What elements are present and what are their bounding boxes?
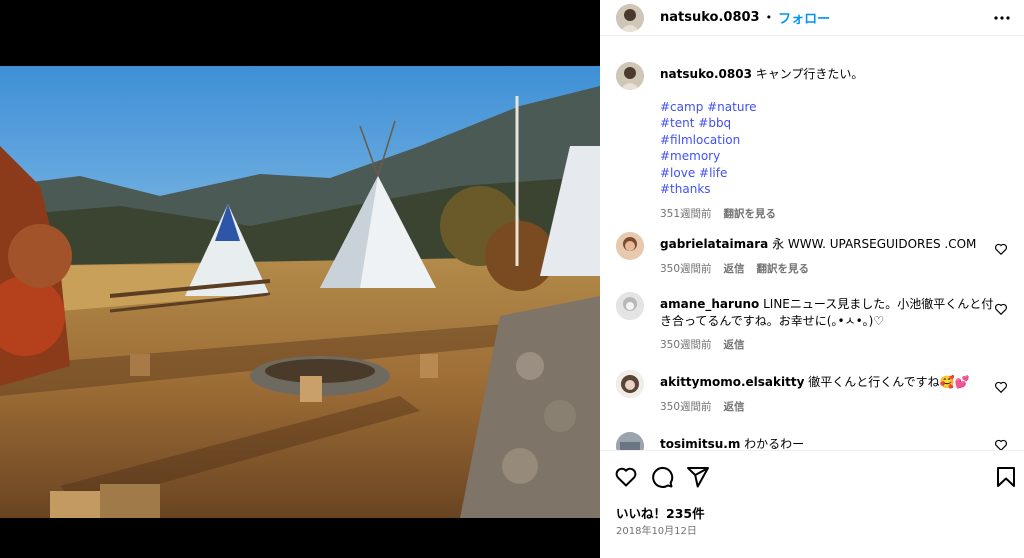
comment-meta: 350週間前 返信 (660, 399, 1000, 416)
commenter-avatar[interactable] (616, 370, 644, 398)
separator-dot: • (765, 11, 773, 24)
bookmark-icon[interactable] (994, 465, 1018, 489)
heart-icon[interactable] (994, 302, 1008, 316)
heart-icon[interactable] (994, 380, 1008, 394)
comment-time[interactable]: 350週間前 (660, 261, 712, 278)
comments-list[interactable]: natsuko.0803 キャンプ行きたい。 #camp #nature #te… (600, 52, 1024, 450)
comment-meta: 350週間前 返信 翻訳を見る (660, 261, 1000, 278)
hashtag-line[interactable]: #love #life (660, 165, 1000, 182)
post-actions: いいね！235件 2018年10月12日 (600, 450, 1024, 558)
hashtag-line[interactable]: #camp #nature (660, 99, 1000, 116)
comment-body: akittymomo.elsakitty 徹平くんと行くんですね🥰💕 350週間… (660, 374, 1000, 415)
like-count[interactable]: いいね！235件 (616, 503, 705, 522)
comment-text: わかるわー (744, 437, 805, 450)
hashtag-line[interactable]: #memory (660, 148, 1000, 165)
reply-button[interactable]: 返信 (724, 261, 745, 278)
caption-meta: 351週間前 翻訳を見る (660, 206, 1000, 223)
comment-body: gabrielataimara 永 WWW. UPARSEGUIDORES .C… (660, 236, 1000, 277)
photo-area (0, 0, 600, 558)
more-icon[interactable] (992, 8, 1012, 28)
comment-icon[interactable] (650, 465, 674, 489)
translate-button[interactable]: 翻訳を見る (724, 206, 777, 223)
commenter-avatar[interactable] (616, 232, 644, 260)
commenter-avatar[interactable] (616, 432, 644, 450)
follow-button[interactable]: フォロー (778, 8, 830, 27)
comment-body: amane_haruno LINEニュース見ました。小池徹平くんと付き合ってるん… (660, 296, 1000, 354)
comment-body: tosimitsu.m わかるわー (660, 436, 1000, 450)
comment-text: 永 WWW. UPARSEGUIDORES .COM (772, 237, 977, 251)
comment-time[interactable]: 350週間前 (660, 399, 712, 416)
commenter-avatar[interactable] (616, 292, 644, 320)
comment-username[interactable]: amane_haruno (660, 297, 759, 311)
reply-button[interactable]: 返信 (724, 337, 745, 354)
post-photo[interactable] (0, 66, 600, 518)
comment-meta: 350週間前 返信 (660, 337, 1000, 354)
post-side-panel: natsuko.0803 • フォロー natsuko.0803 キャンプ行きた… (600, 0, 1024, 558)
caption-time[interactable]: 351週間前 (660, 206, 712, 223)
campsite-photo (0, 66, 600, 518)
comment-username[interactable]: tosimitsu.m (660, 437, 740, 450)
heart-icon[interactable] (994, 438, 1008, 450)
author-avatar[interactable] (616, 3, 644, 32)
comment-time[interactable]: 350週間前 (660, 337, 712, 354)
author-username[interactable]: natsuko.0803 (660, 10, 760, 25)
caption-body: natsuko.0803 キャンプ行きたい。 #camp #nature #te… (660, 66, 1000, 222)
reply-button[interactable]: 返信 (724, 399, 745, 416)
hashtag-line[interactable]: #thanks (660, 181, 1000, 198)
caption-username[interactable]: natsuko.0803 (660, 67, 752, 81)
heart-icon[interactable] (614, 465, 638, 489)
comment-username[interactable]: akittymomo.elsakitty (660, 375, 804, 389)
comment-text: 徹平くんと行くんですね🥰💕 (808, 375, 970, 389)
translate-button[interactable]: 翻訳を見る (757, 261, 810, 278)
hashtag-line[interactable]: #tent #bbq (660, 115, 1000, 132)
caption-text: キャンプ行きたい。 (755, 67, 864, 81)
post-date: 2018年10月12日 (616, 526, 697, 537)
comment-username[interactable]: gabrielataimara (660, 237, 768, 251)
heart-icon[interactable] (994, 242, 1008, 256)
caption-avatar[interactable] (616, 62, 644, 90)
share-icon[interactable] (686, 465, 710, 489)
post-header: natsuko.0803 • フォロー (600, 0, 1024, 36)
hashtag-line[interactable]: #filmlocation (660, 132, 1000, 149)
